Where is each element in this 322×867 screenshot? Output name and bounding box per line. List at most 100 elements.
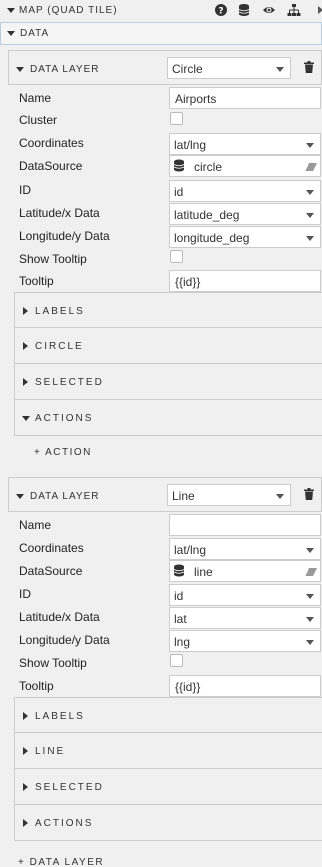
add-action-link[interactable]: + ACTION [34,447,92,458]
labels-section-title: LABELS [35,711,85,722]
latitude-value: latitude_deg [174,208,240,222]
name-label: Name [19,518,52,532]
data-layer-header[interactable]: DATA LAYER Circle [8,50,322,85]
show-tooltip-label: Show Tooltip [19,656,87,670]
latitude-label: Latitude/x Data [19,206,100,220]
collapse-triangle-icon[interactable] [7,8,15,13]
line-section[interactable]: LINE [14,733,322,769]
expand-arrow-icon[interactable] [318,6,322,14]
datasource-field[interactable]: circle [169,155,321,177]
chevron-down-icon [306,617,314,622]
name-input[interactable] [169,514,321,536]
name-input[interactable]: Airports [169,87,321,109]
database-icon [173,159,185,172]
show-tooltip-checkbox[interactable] [170,654,183,667]
add-data-layer-link[interactable]: + DATA LAYER [18,857,104,867]
expand-triangle-icon [23,783,28,791]
collapse-triangle-icon [16,494,24,499]
longitude-label: Longitude/y Data [19,229,110,243]
line-section-title: LINE [35,746,66,757]
trash-icon[interactable] [304,488,314,500]
show-tooltip-checkbox[interactable] [170,250,183,263]
selected-section[interactable]: SELECTED [14,364,322,400]
data-layer-label: DATA LAYER [30,64,100,75]
tooltip-label: Tooltip [19,679,54,693]
layer-type-value: Circle [172,62,203,76]
data-section-title: DATA [20,28,50,39]
labels-section[interactable]: LABELS [14,697,322,733]
chevron-down-icon [276,494,284,499]
cluster-label: Cluster [19,113,58,127]
eraser-icon[interactable] [305,568,317,576]
id-select[interactable]: id [169,584,321,606]
chevron-down-icon [306,143,314,148]
latitude-value: lat [174,612,187,626]
layer-type-value: Line [172,489,195,503]
coordinates-value: lat/lng [174,543,207,557]
actions-section[interactable]: ACTIONS [14,805,322,841]
layer-type-select[interactable]: Line [167,484,291,506]
expand-triangle-icon [23,342,28,350]
id-value: id [174,185,184,199]
datasource-field[interactable]: line [169,560,321,582]
name-label: Name [19,91,52,105]
data-section-header[interactable]: DATA [0,22,322,45]
tooltip-label: Tooltip [19,274,54,288]
expand-triangle-icon [23,747,28,755]
data-layer-header[interactable]: DATA LAYER Line [8,477,322,512]
id-label: ID [19,587,31,601]
collapse-triangle-icon [22,416,30,421]
tooltip-input[interactable]: {{id}} [169,270,321,292]
hierarchy-icon[interactable] [287,3,301,17]
chevron-down-icon [306,213,314,218]
chevron-down-icon [306,548,314,553]
expand-triangle-icon [23,712,28,720]
database-icon[interactable] [237,3,251,17]
trash-icon[interactable] [304,61,314,73]
show-tooltip-label: Show Tooltip [19,252,87,266]
tooltip-input[interactable]: {{id}} [169,675,321,697]
coordinates-value: lat/lng [174,138,207,152]
longitude-select[interactable]: lng [169,630,321,652]
expand-triangle-icon [23,307,28,315]
longitude-label: Longitude/y Data [19,633,110,647]
id-value: id [174,589,184,603]
cluster-checkbox[interactable] [170,112,183,125]
eraser-icon[interactable] [305,163,317,171]
coordinates-select[interactable]: lat/lng [169,133,321,155]
chevron-down-icon [306,236,314,241]
collapse-triangle-icon [7,31,15,36]
actions-section[interactable]: ACTIONS [14,400,322,436]
chevron-down-icon [306,594,314,599]
id-label: ID [19,183,31,197]
datasource-value: circle [194,160,223,174]
latitude-select[interactable]: lat [169,607,321,629]
expand-triangle-icon [23,819,28,827]
coordinates-select[interactable]: lat/lng [169,538,321,560]
expand-triangle-icon [23,378,28,386]
chevron-down-icon [276,67,284,72]
datasource-label: DataSource [19,159,83,173]
svg-text:?: ? [218,7,223,17]
eye-icon[interactable] [262,3,276,17]
data-layer-label: DATA LAYER [30,491,100,502]
collapse-triangle-icon [16,67,24,72]
labels-section-title: LABELS [35,306,85,317]
latitude-select[interactable]: latitude_deg [169,203,321,225]
circle-section-title: CIRCLE [35,341,84,352]
coordinates-label: Coordinates [19,136,84,150]
panel-title: MAP (QUAD TILE) [19,5,118,16]
chevron-down-icon [306,640,314,645]
database-icon [173,564,185,577]
layer-type-select[interactable]: Circle [167,57,291,79]
circle-section[interactable]: CIRCLE [14,328,322,364]
actions-section-title: ACTIONS [35,413,94,424]
selected-section-title: SELECTED [35,377,104,388]
datasource-value: line [194,565,213,579]
help-icon[interactable]: ? [214,3,228,17]
longitude-select[interactable]: longitude_deg [169,226,321,248]
id-select[interactable]: id [169,180,321,202]
labels-section[interactable]: LABELS [14,292,322,328]
datasource-label: DataSource [19,564,83,578]
selected-section[interactable]: SELECTED [14,769,322,805]
